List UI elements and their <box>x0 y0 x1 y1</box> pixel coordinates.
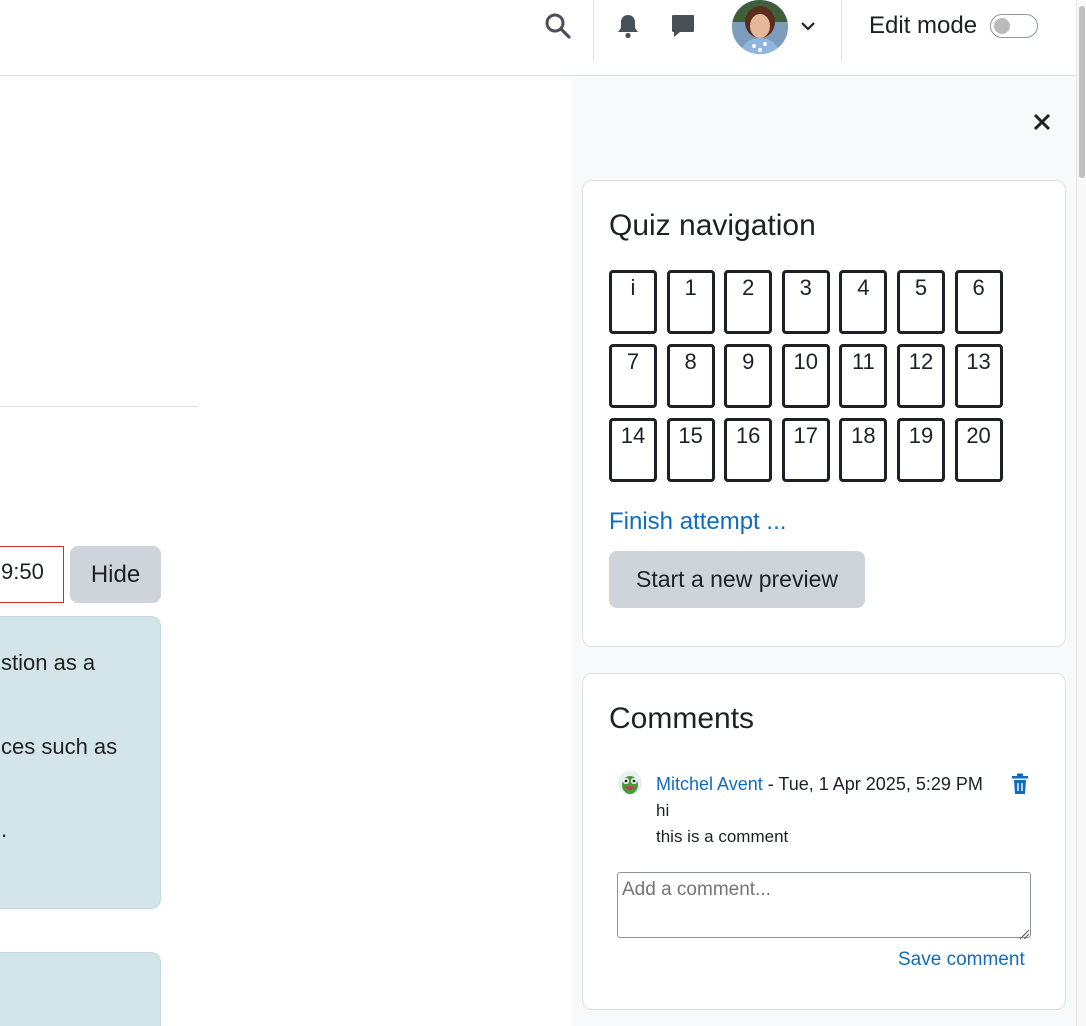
comment-author-link[interactable]: Mitchel Avent <box>656 774 763 794</box>
quiz-nav-button[interactable]: 6 <box>954 270 1003 334</box>
page-scrollbar[interactable] <box>1076 0 1086 1026</box>
quiz-navigation-grid: i 1 2 3 4 5 6 7 8 9 10 11 12 13 14 15 16 17 18 19 20 <box>609 270 1009 482</box>
finish-attempt-link[interactable]: Finish attempt ... <box>609 508 786 536</box>
quiz-nav-button[interactable]: 13 <box>954 344 1003 408</box>
quiz-timer: 9:50 <box>0 546 64 603</box>
comment-meta: Mitchel Avent - Tue, 1 Apr 2025, 5:29 PM <box>656 774 983 795</box>
navbar-divider <box>593 0 594 62</box>
info-text-line: ces such as <box>1 734 118 759</box>
close-icon[interactable] <box>1028 108 1056 136</box>
quiz-nav-button[interactable]: 15 <box>666 418 715 482</box>
comment-date: - Tue, 1 Apr 2025, 5:29 PM <box>762 774 983 794</box>
content-divider <box>0 406 198 407</box>
search-icon[interactable] <box>540 8 576 44</box>
quiz-nav-button[interactable]: 16 <box>724 418 773 482</box>
chat-icon[interactable] <box>667 8 699 44</box>
quiz-nav-button[interactable]: 10 <box>781 344 830 408</box>
toggle-knob <box>994 18 1010 34</box>
quiz-nav-button[interactable]: 3 <box>781 270 830 334</box>
quiz-nav-button[interactable]: 20 <box>954 418 1003 482</box>
edit-mode-toggle[interactable] <box>990 14 1038 38</box>
timer-value: 9:50 <box>1 559 44 584</box>
quiz-nav-button[interactable]: 5 <box>896 270 945 334</box>
quiz-nav-button[interactable]: 12 <box>896 344 945 408</box>
comments-title: Comments <box>609 702 755 735</box>
quiz-nav-button[interactable]: 19 <box>896 418 945 482</box>
comment-text-line: this is a comment <box>656 827 789 846</box>
quiz-nav-button[interactable]: 9 <box>724 344 773 408</box>
textarea-resize-handle[interactable] <box>1019 926 1030 940</box>
avatar[interactable] <box>732 0 788 54</box>
quiz-nav-button[interactable]: 11 <box>839 344 888 408</box>
comment-user-avatar <box>617 770 643 796</box>
hide-timer-button[interactable]: Hide <box>70 546 161 603</box>
quiz-nav-button[interactable]: 18 <box>839 418 888 482</box>
quiz-nav-button[interactable]: 1 <box>666 270 715 334</box>
scrollbar-thumb[interactable] <box>1079 6 1085 178</box>
save-comment-link[interactable]: Save comment <box>898 949 1025 971</box>
add-comment-input[interactable] <box>617 872 1031 938</box>
edit-mode-label: Edit mode <box>869 12 978 39</box>
start-new-preview-button[interactable]: Start a new preview <box>609 551 865 608</box>
info-text-line: stion as a <box>1 650 96 675</box>
info-text-line: . <box>1 817 8 842</box>
quiz-nav-button[interactable]: 8 <box>666 344 715 408</box>
chevron-down-icon[interactable] <box>796 14 820 38</box>
delete-comment-icon[interactable] <box>1010 773 1030 795</box>
quiz-nav-button[interactable]: 14 <box>609 418 657 482</box>
question-info-box <box>0 952 161 1026</box>
quiz-nav-button[interactable]: i <box>609 270 657 334</box>
quiz-nav-button[interactable]: 7 <box>609 344 657 408</box>
page: Edit mode 9:50 Hide stion as a ces such … <box>0 0 1086 1026</box>
quiz-nav-button[interactable]: 4 <box>839 270 888 334</box>
quiz-navigation-title: Quiz navigation <box>609 209 816 242</box>
bell-icon[interactable] <box>612 8 644 44</box>
navbar-divider <box>841 0 842 62</box>
comment-text-line: hi <box>656 801 670 820</box>
quiz-navigation-block: Quiz navigation i 1 2 3 4 5 6 7 8 9 10 11 12 13 14 15 16… <box>582 180 1066 647</box>
question-info-box: stion as a ces such as . <box>0 616 161 909</box>
top-navbar: Edit mode <box>0 0 1076 76</box>
comments-block: Comments Mitchel Avent - Tue, 1 Apr 2025… <box>582 673 1066 1010</box>
quiz-nav-button[interactable]: 2 <box>724 270 773 334</box>
quiz-nav-button[interactable]: 17 <box>781 418 830 482</box>
